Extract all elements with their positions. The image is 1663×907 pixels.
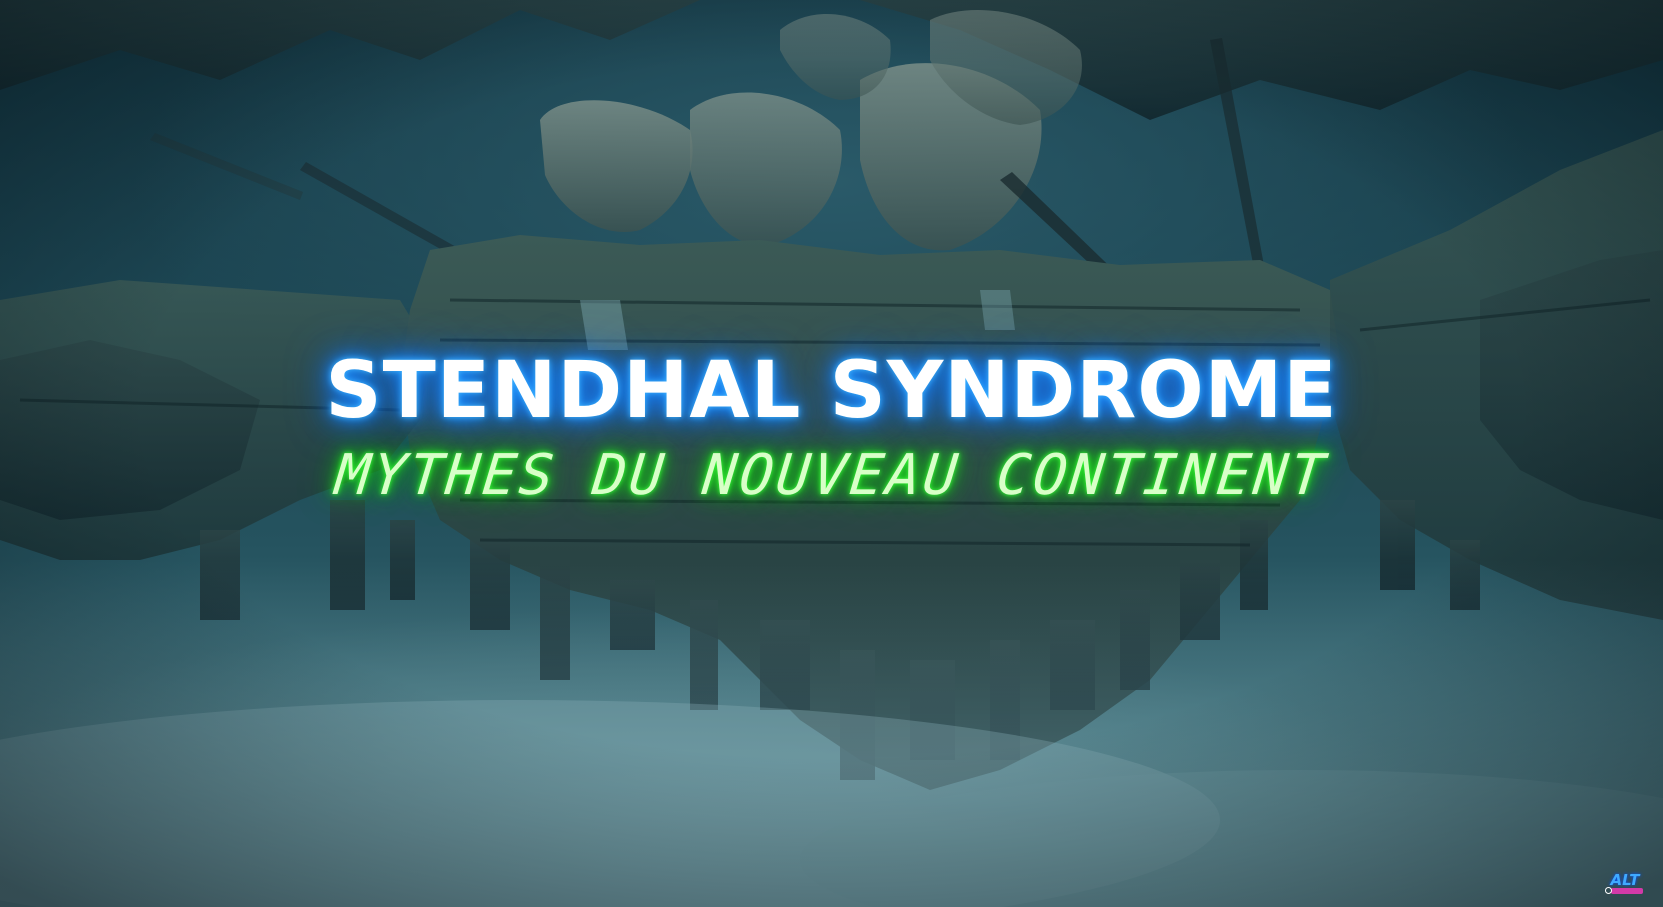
channel-logo-dot bbox=[1605, 887, 1612, 894]
channel-logo-icon: ALT bbox=[1605, 871, 1645, 897]
game-title: STENDHAL SYNDROME bbox=[325, 346, 1338, 436]
game-title-screen: STENDHAL SYNDROME MYTHES DU NOUVEAU CONT… bbox=[0, 0, 1663, 907]
title-card: STENDHAL SYNDROME MYTHES DU NOUVEAU CONT… bbox=[0, 346, 1663, 508]
channel-logo-bar bbox=[1611, 888, 1643, 894]
game-subtitle: MYTHES DU NOUVEAU CONTINENT bbox=[332, 443, 1331, 508]
channel-logo-text: ALT bbox=[1610, 871, 1640, 889]
